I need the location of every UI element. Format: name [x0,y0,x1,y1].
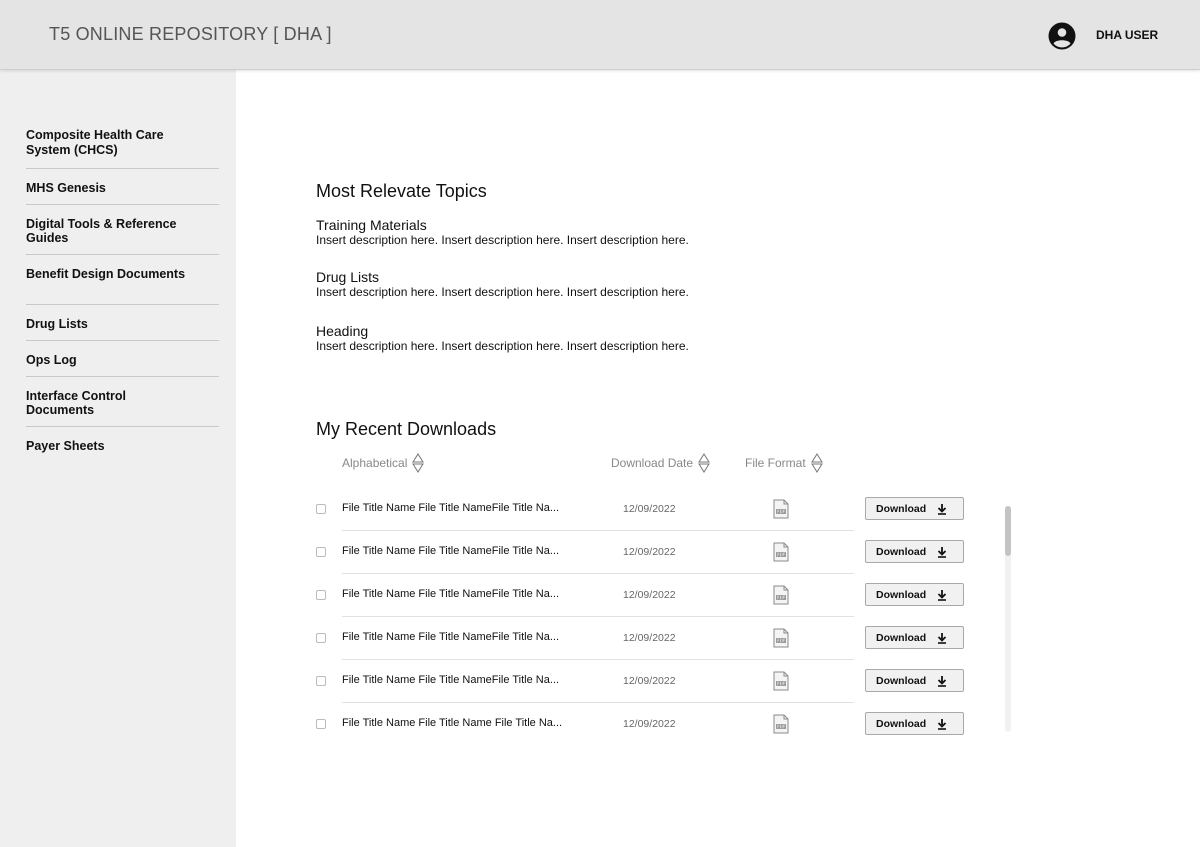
download-button[interactable]: Download [865,626,964,649]
sort-alphabetical[interactable]: Alphabetical [342,453,425,473]
sort-file-format[interactable]: File Format [745,453,823,473]
pdf-file-icon [773,714,789,734]
account-circle-icon[interactable] [1048,22,1076,50]
download-arrow-icon [938,546,947,558]
download-button-label: Download [876,588,927,601]
topic-description: Insert description here. Insert descript… [316,233,689,247]
sidebar-item-label: Interface Control Documents [26,389,127,417]
download-arrow-icon [938,632,947,644]
row-checkbox[interactable] [316,633,326,643]
download-button-label: Download [876,631,927,644]
pdf-file-icon [773,628,789,648]
download-row: File Title Name File Title NameFile Titl… [316,574,966,617]
download-date: 12/09/2022 [623,632,676,644]
downloads-title: My Recent Downloads [316,419,497,439]
download-button[interactable]: Download [865,497,964,520]
pdf-file-icon [773,671,789,691]
sidebar-item-payer-sheets[interactable]: Payer Sheets [26,427,219,463]
sidebar-item-label: Payer Sheets [26,439,105,453]
sort-label: Download Date [611,456,694,470]
sidebar-nav: Composite Health Care System (CHCS) MHS … [26,128,219,463]
download-row: File Title Name File Title NameFile Titl… [316,531,966,574]
file-name[interactable]: File Title Name File Title NameFile Titl… [342,631,559,643]
download-date: 12/09/2022 [623,589,676,601]
topic-description: Insert description here. Insert descript… [316,285,689,299]
download-button-label: Download [876,717,927,730]
row-checkbox[interactable] [316,504,326,514]
row-checkbox[interactable] [316,676,326,686]
topic-item: Drug Lists Insert description here. Inse… [316,269,816,300]
download-arrow-icon [938,589,947,601]
sidebar-item-label: Drug Lists [26,317,88,331]
download-button-label: Download [876,545,927,558]
download-row: File Title Name File Title NameFile Titl… [316,488,966,531]
app-header: T5 ONLINE REPOSITORY [ DHA ] DHA USER [0,0,1200,70]
file-name[interactable]: File Title Name File Title NameFile Titl… [342,545,559,557]
sort-download-date[interactable]: Download Date [611,453,710,473]
download-date: 12/09/2022 [623,546,676,558]
download-button[interactable]: Download [865,669,964,692]
download-arrow-icon [938,503,947,515]
topic-heading[interactable]: Heading [316,323,816,339]
sort-label: File Format [745,456,806,470]
download-button[interactable]: Download [865,540,964,563]
row-checkbox[interactable] [316,719,326,729]
pdf-file-icon [773,542,789,562]
sidebar-item-ops-log[interactable]: Ops Log [26,341,219,377]
sidebar-item-interface-control[interactable]: Interface Control Documents [26,377,219,427]
file-name[interactable]: File Title Name File Title NameFile Titl… [342,674,559,686]
row-checkbox[interactable] [316,590,326,600]
topic-item: Heading Insert description here. Insert … [316,323,816,354]
download-button[interactable]: Download [865,712,964,735]
file-name[interactable]: File Title Name File Title Name File Tit… [342,717,562,729]
download-button-label: Download [876,502,927,515]
topic-heading[interactable]: Drug Lists [316,269,816,285]
user-name[interactable]: DHA USER [1096,28,1158,42]
row-checkbox[interactable] [316,547,326,557]
sidebar-item-label: Ops Log [26,353,77,367]
download-row: File Title Name File Title NameFile Titl… [316,617,966,660]
download-row: File Title Name File Title NameFile Titl… [316,660,966,703]
sort-up-down-icon [412,453,425,473]
file-name[interactable]: File Title Name File Title NameFile Titl… [342,502,559,514]
sidebar-item-label: Digital Tools & Reference Guides [26,217,177,245]
download-arrow-icon [938,675,947,687]
sidebar-item-chcs[interactable]: Composite Health Care System (CHCS) [26,128,176,168]
sidebar-item-digital-tools[interactable]: Digital Tools & Reference Guides [26,205,219,255]
sort-label: Alphabetical [342,456,408,470]
topic-heading[interactable]: Training Materials [316,217,816,233]
sort-up-down-icon [810,453,823,473]
topic-description: Insert description here. Insert descript… [316,339,689,353]
sidebar-item-benefit-design[interactable]: Benefit Design Documents [26,255,219,305]
sidebar: Composite Health Care System (CHCS) MHS … [0,70,236,847]
sidebar-item-mhs-genesis[interactable]: MHS Genesis [26,169,219,205]
pdf-file-icon [773,585,789,605]
sort-up-down-icon [698,453,710,473]
download-date: 12/09/2022 [623,503,676,515]
download-button-label: Download [876,674,927,687]
download-row: File Title Name File Title Name File Tit… [316,703,966,746]
download-button[interactable]: Download [865,583,964,606]
sidebar-item-label: Benefit Design Documents [26,267,186,281]
download-date: 12/09/2022 [623,718,676,730]
download-date: 12/09/2022 [623,675,676,687]
sidebar-item-drug-lists[interactable]: Drug Lists [26,305,219,341]
app-title: T5 ONLINE REPOSITORY [ DHA ] [49,24,332,44]
sidebar-item-label: MHS Genesis [26,181,106,195]
pdf-file-icon [773,499,789,519]
scrollbar-thumb[interactable] [1005,506,1011,556]
download-arrow-icon [938,718,947,730]
sidebar-item-label: Composite Health Care System (CHCS) [26,128,164,157]
topics-title: Most Relevate Topics [316,181,487,201]
main-content: Most Relevate Topics Training Materials … [236,70,1200,847]
topic-item: Training Materials Insert description he… [316,217,816,248]
file-name[interactable]: File Title Name File Title NameFile Titl… [342,588,559,600]
